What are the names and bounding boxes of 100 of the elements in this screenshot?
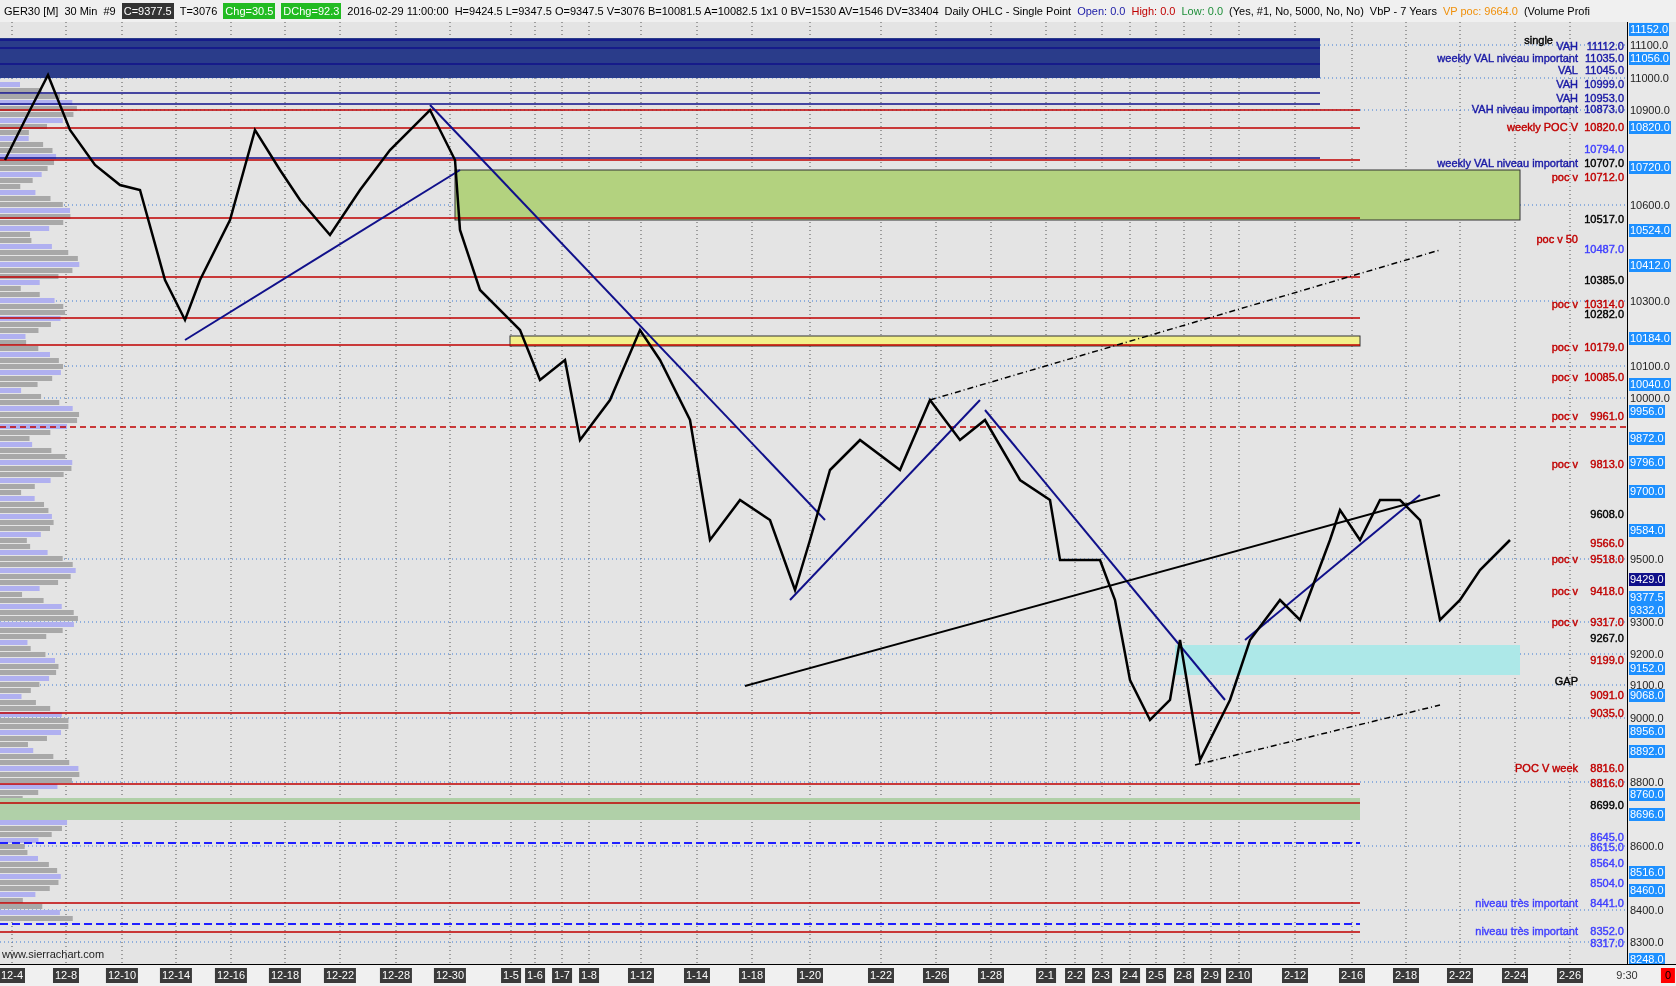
header-field: 2016-02-29 11:00:00 [347, 2, 449, 20]
level-label: VAH [1556, 39, 1578, 52]
header-field: H=9424.5 L=9347.5 O=9347.5 V=3076 B=10081.5 A=10082.5 1x1 0 BV=1530 AV=1546 DV=33404 [454, 2, 939, 20]
price-marker: 10040.0 [1629, 378, 1671, 391]
date-label: 1-20 [797, 968, 823, 983]
level-value: 8317.0 [1590, 936, 1624, 949]
date-label: 12-14 [159, 968, 193, 983]
axis-tick-label: 10300.0 [1630, 295, 1670, 308]
level-value: 8504.0 [1590, 876, 1624, 889]
price-marker: 9700.0 [1629, 485, 1665, 498]
level-value: 10487.0 [1584, 242, 1624, 255]
level-value: 10953.0 [1584, 91, 1624, 104]
level-label: GAP [1554, 674, 1578, 687]
axis-tick-label: 10000.0 [1630, 392, 1670, 405]
level-value: 10085.0 [1584, 370, 1624, 383]
level-label: poc v [1551, 340, 1578, 353]
price-marker: 9152.0 [1629, 662, 1665, 675]
axis-tick-label: 8300.0 [1630, 936, 1664, 949]
axis-tick-label: 10100.0 [1630, 360, 1670, 373]
header-field: Low: 0.0 [1181, 2, 1224, 20]
level-label: poc v [1551, 615, 1578, 628]
level-value: 9961.0 [1590, 409, 1624, 422]
date-label: 12-22 [323, 968, 357, 983]
level-label: weekly POC V [1507, 120, 1578, 133]
date-label: 12-16 [214, 968, 248, 983]
date-label: 2-18 [1393, 968, 1419, 983]
date-label: 1-5 [501, 968, 521, 983]
level-value: 8352.0 [1590, 924, 1624, 937]
price-marker: 8516.0 [1629, 866, 1665, 879]
price-marker: 8760.0 [1629, 788, 1665, 801]
price-marker: 11056.0 [1629, 52, 1670, 65]
axis-tick-label: 10600.0 [1630, 199, 1670, 212]
axis-tick-label: 9300.0 [1630, 616, 1664, 629]
level-value: 9518.0 [1590, 552, 1624, 565]
date-label: 2-9 [1201, 968, 1221, 983]
axis-tick-label: 10900.0 [1630, 104, 1670, 117]
price-marker: 9956.0 [1629, 405, 1665, 418]
axis-tick-label: 11100.0 [1630, 39, 1669, 52]
level-value: 10385.0 [1584, 273, 1624, 286]
price-marker: 10720.0 [1629, 161, 1671, 174]
date-label: 2-10 [1226, 968, 1252, 983]
price-marker: 8892.0 [1629, 745, 1665, 758]
level-value: 10999.0 [1584, 77, 1624, 90]
level-value: 8441.0 [1590, 896, 1624, 909]
level-value: 9267.0 [1590, 631, 1624, 644]
date-label: 0 [1660, 968, 1676, 983]
level-value: 8816.0 [1590, 761, 1624, 774]
price-marker: 8696.0 [1629, 808, 1665, 821]
date-label: 1-6 [525, 968, 545, 983]
date-label: 1-28 [978, 968, 1004, 983]
header-field: 30 Min [64, 2, 98, 20]
date-label: 12-28 [379, 968, 413, 983]
level-value: 10873.0 [1584, 102, 1624, 115]
level-label: single [1524, 33, 1553, 46]
level-label: VAH niveau important [1471, 102, 1578, 115]
header-field: (Yes, #1, No, 5000, No, No) [1229, 2, 1364, 20]
level-label: weekly VAL niveau important [1437, 51, 1578, 64]
level-value: 9091.0 [1590, 688, 1624, 701]
level-value: 8816.0 [1590, 776, 1624, 789]
level-value: 10282.0 [1584, 307, 1624, 320]
date-label: 2-26 [1557, 968, 1583, 983]
level-value: 8615.0 [1590, 840, 1624, 853]
header-field: Chg=30.5 [223, 2, 276, 20]
level-value: 8699.0 [1590, 798, 1624, 811]
level-value: 9317.0 [1590, 615, 1624, 628]
axis-tick-label: 9500.0 [1630, 553, 1664, 566]
price-marker: 9068.0 [1629, 689, 1665, 702]
level-label: VAL [1558, 63, 1578, 76]
date-label: 2-24 [1502, 968, 1528, 983]
price-marker: 9872.0 [1629, 432, 1665, 445]
level-value: 8564.0 [1590, 856, 1624, 869]
price-marker: 10820.0 [1629, 121, 1671, 134]
level-value: 9035.0 [1590, 706, 1624, 719]
header-field: C=9377.5 [121, 2, 174, 20]
level-label: poc v [1551, 370, 1578, 383]
date-label: 1-7 [552, 968, 572, 983]
date-label: 2-5 [1146, 968, 1166, 983]
axis-tick-label: 11000.0 [1630, 72, 1669, 85]
level-value: 10820.0 [1584, 120, 1624, 133]
header-field: Daily OHLC - Single Point [944, 2, 1072, 20]
date-label: 2-12 [1282, 968, 1308, 983]
date-label: 2-1 [1036, 968, 1056, 983]
axis-tick-label: 9100.0 [1630, 679, 1664, 691]
header-field: T=3076 [179, 2, 218, 20]
price-marker: 8460.0 [1629, 884, 1665, 897]
date-label: 1-18 [739, 968, 765, 983]
level-value: 11112.0 [1586, 39, 1624, 52]
level-value: 9199.0 [1590, 653, 1624, 666]
date-label: 12-18 [268, 968, 302, 983]
date-label: 9:30 [1616, 968, 1638, 983]
level-label: niveau très important [1475, 924, 1578, 937]
header-field: (Volume Profi [1523, 2, 1590, 20]
level-value: 9566.0 [1590, 536, 1624, 549]
date-label: 1-26 [923, 968, 949, 983]
date-label: 2-22 [1447, 968, 1473, 983]
header-field: High: 0.0 [1131, 2, 1176, 20]
date-label: 2-16 [1339, 968, 1365, 983]
level-value: 11045.0 [1585, 63, 1624, 76]
date-label: 2-4 [1120, 968, 1140, 983]
date-label: 1-12 [628, 968, 654, 983]
